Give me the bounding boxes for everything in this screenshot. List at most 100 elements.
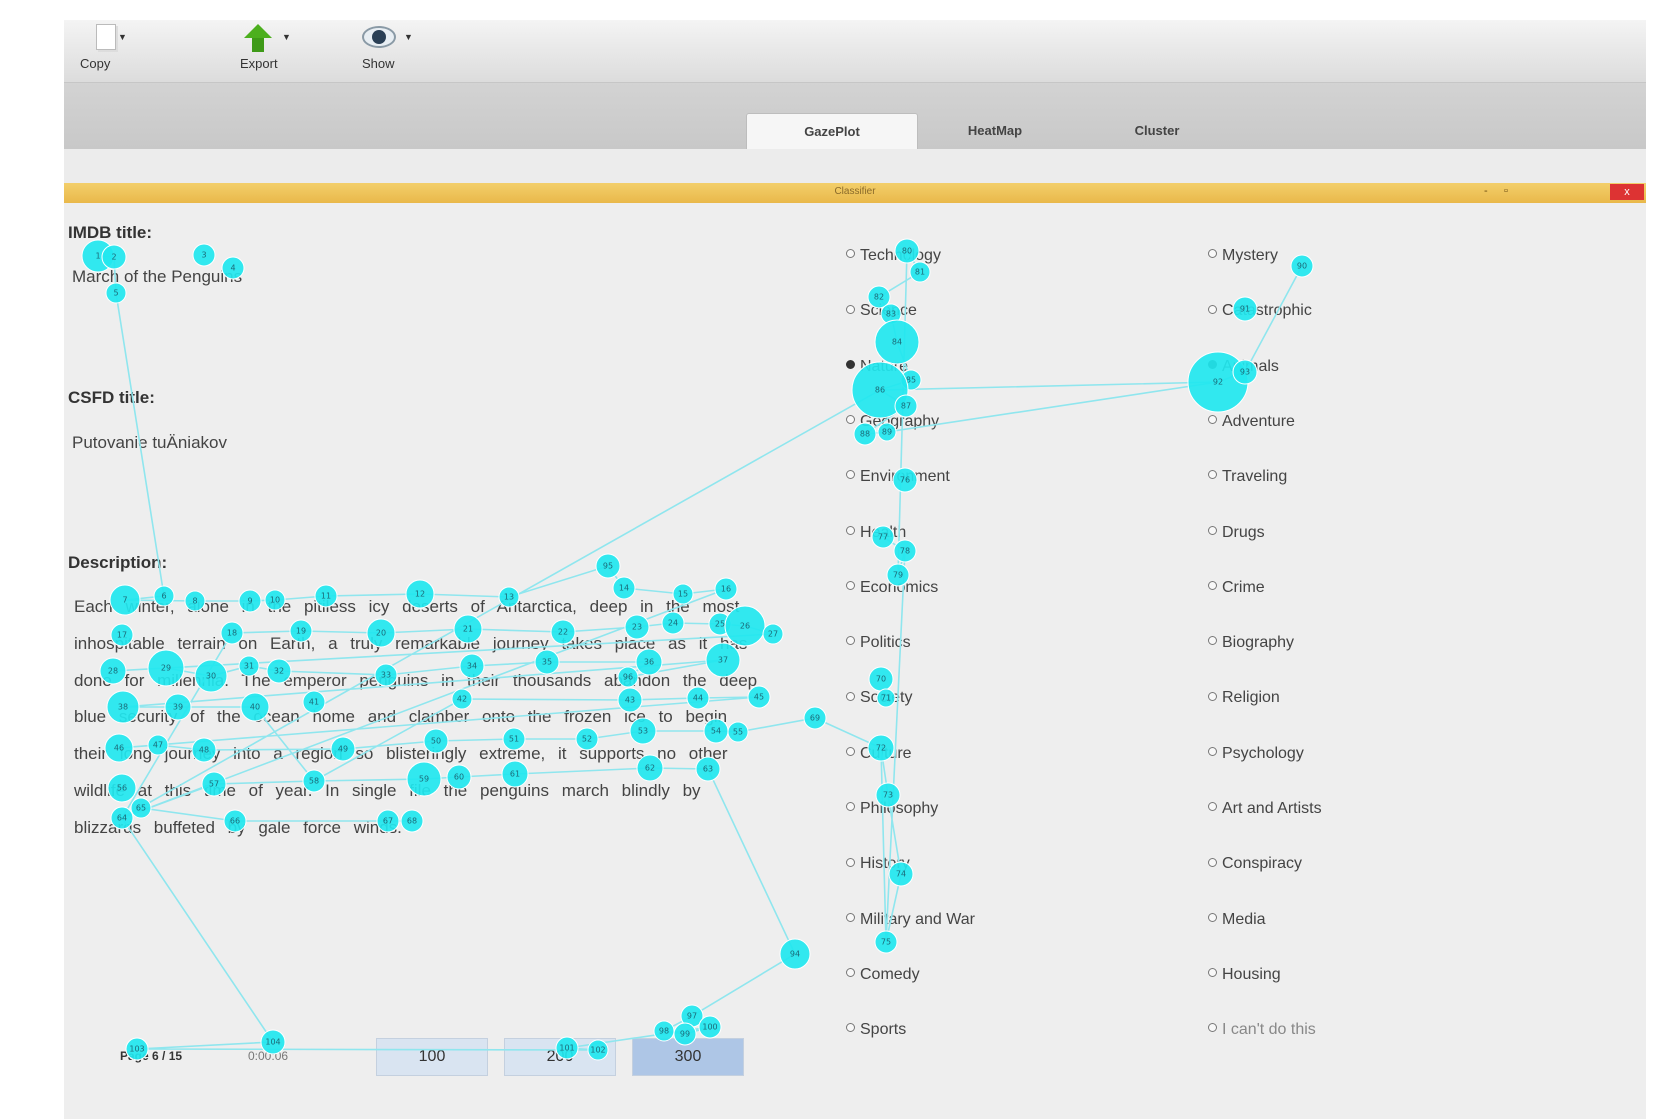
description-line: wildlife at this time of year. In single… (74, 781, 701, 800)
copy-button[interactable]: ▼ Copy (76, 20, 136, 82)
classifier-panel: IMDB title: March of the Penguins CSFD t… (64, 203, 1646, 1119)
category-option-conspiracy[interactable]: Conspiracy (1208, 855, 1302, 873)
category-option-media[interactable]: Media (1208, 911, 1266, 929)
radio-button[interactable] (846, 636, 855, 646)
radio-button[interactable] (846, 968, 855, 978)
category-option-society[interactable]: Society (846, 689, 912, 707)
category-option-mystery[interactable]: Mystery (1208, 247, 1278, 265)
radio-button[interactable] (1208, 470, 1217, 480)
radio-button[interactable] (1208, 691, 1217, 701)
category-option-art-and-artists[interactable]: Art and Artists (1208, 800, 1322, 818)
restore-icon[interactable]: ▫ (1504, 185, 1508, 197)
category-option-psychology[interactable]: Psychology (1208, 745, 1304, 763)
category-option-geography[interactable]: Geography (846, 413, 939, 431)
radio-button[interactable] (1208, 857, 1217, 867)
radio-button[interactable] (1208, 1023, 1217, 1033)
radio-button[interactable] (846, 802, 855, 812)
radio-button[interactable] (1208, 968, 1217, 978)
category-option-housing[interactable]: Housing (1208, 966, 1281, 984)
tab-heatmap[interactable]: HeatMap (910, 113, 1080, 149)
category-option-economics[interactable]: Economics (846, 579, 938, 597)
category-option-environment[interactable]: Environment (846, 468, 950, 486)
radio-button[interactable] (846, 857, 855, 867)
category-option-adventure[interactable]: Adventure (1208, 413, 1295, 431)
radio-button[interactable] (1208, 304, 1217, 314)
category-option-science[interactable]: Science (846, 302, 917, 320)
category-option-animals[interactable]: Animals (1208, 358, 1279, 376)
radio-button[interactable] (846, 1023, 855, 1033)
radio-button[interactable] (846, 249, 855, 259)
radio-button[interactable] (846, 304, 855, 314)
category-label: Economics (860, 578, 939, 596)
category-option-politics[interactable]: Politics (846, 634, 911, 652)
radio-button[interactable] (1208, 415, 1217, 425)
category-option-health[interactable]: Health (846, 524, 906, 542)
tab-gazeplot[interactable]: GazePlot (746, 113, 918, 150)
chevron-down-icon: ▼ (118, 32, 127, 42)
radio-button[interactable] (1208, 249, 1217, 259)
radio-button[interactable] (846, 415, 855, 425)
category-label: Technology (860, 247, 941, 264)
category-label: Politics (860, 634, 911, 652)
radio-button[interactable] (846, 525, 855, 535)
radio-button[interactable] (846, 359, 855, 369)
page-button-300[interactable]: 300 (632, 1038, 744, 1076)
minimize-button[interactable]: - (1484, 185, 1488, 197)
category-label: Housing (1222, 965, 1281, 983)
category-label: Biography (1222, 634, 1295, 652)
category-option-sports[interactable]: Sports (846, 1021, 906, 1039)
category-option-culture[interactable]: Culture (846, 745, 912, 763)
radio-button[interactable] (1208, 581, 1217, 591)
category-option-crime[interactable]: Crime (1208, 579, 1265, 597)
tab-cluster[interactable]: Cluster (1072, 113, 1242, 149)
radio-button[interactable] (846, 912, 855, 922)
page-indicator: Page 6 / 15 (120, 1049, 183, 1063)
category-label: Military and War (860, 910, 975, 928)
description-line: their long journey into a region so blis… (74, 744, 728, 763)
export-button[interactable]: ▼ Export (234, 20, 304, 82)
imdb-title: March of the Penguins (72, 267, 243, 286)
show-button[interactable]: ▼ Show (358, 20, 428, 82)
export-label: Export (240, 56, 278, 71)
category-label: Comedy (860, 965, 920, 983)
category-option-catastrophic[interactable]: Catastrophic (1208, 302, 1312, 320)
category-option-military-and-war[interactable]: Military and War (846, 911, 975, 929)
radio-button[interactable] (1208, 636, 1217, 646)
category-option-philosophy[interactable]: Philosophy (846, 800, 938, 818)
description-line: blue security of the ocean home and clam… (74, 707, 728, 726)
category-label: Society (860, 689, 913, 707)
document-icon (96, 24, 116, 50)
category-option-biography[interactable]: Biography (1208, 634, 1294, 652)
category-label: Nature (860, 357, 909, 375)
category-label: Conspiracy (1222, 855, 1303, 873)
radio-button[interactable] (846, 746, 855, 756)
category-option-religion[interactable]: Religion (1208, 689, 1280, 707)
category-option-comedy[interactable]: Comedy (846, 966, 920, 984)
export-arrow-icon (234, 22, 274, 56)
page-button-200[interactable]: 200 (504, 1038, 616, 1076)
category-option-traveling[interactable]: Traveling (1208, 468, 1287, 486)
category-option-i-can-t-do-this[interactable]: I can't do this (1208, 1021, 1316, 1039)
radio-button[interactable] (846, 691, 855, 701)
radio-button[interactable] (1208, 912, 1217, 922)
radio-button[interactable] (1208, 802, 1217, 812)
radio-button[interactable] (1208, 525, 1217, 535)
window-title: Classifier (834, 186, 876, 197)
category-label: Catastrophic (1222, 302, 1312, 320)
category-label: Psychology (1222, 744, 1304, 762)
category-option-history[interactable]: History (846, 855, 910, 873)
page-button-100[interactable]: 100 (376, 1038, 488, 1076)
close-button[interactable]: x (1610, 184, 1644, 200)
radio-button[interactable] (846, 581, 855, 591)
category-option-technology[interactable]: Technology (846, 247, 941, 265)
category-label: Geography (860, 412, 940, 430)
category-label: History (860, 855, 910, 873)
radio-button[interactable] (1208, 746, 1217, 756)
radio-button[interactable] (1208, 359, 1217, 369)
category-label: Culture (860, 744, 912, 762)
radio-button[interactable] (846, 470, 855, 480)
category-label: Traveling (1222, 468, 1288, 486)
window-titlebar: Classifier - ▫ x (64, 183, 1646, 203)
category-option-nature[interactable]: Nature (846, 358, 908, 376)
category-option-drugs[interactable]: Drugs (1208, 524, 1265, 542)
